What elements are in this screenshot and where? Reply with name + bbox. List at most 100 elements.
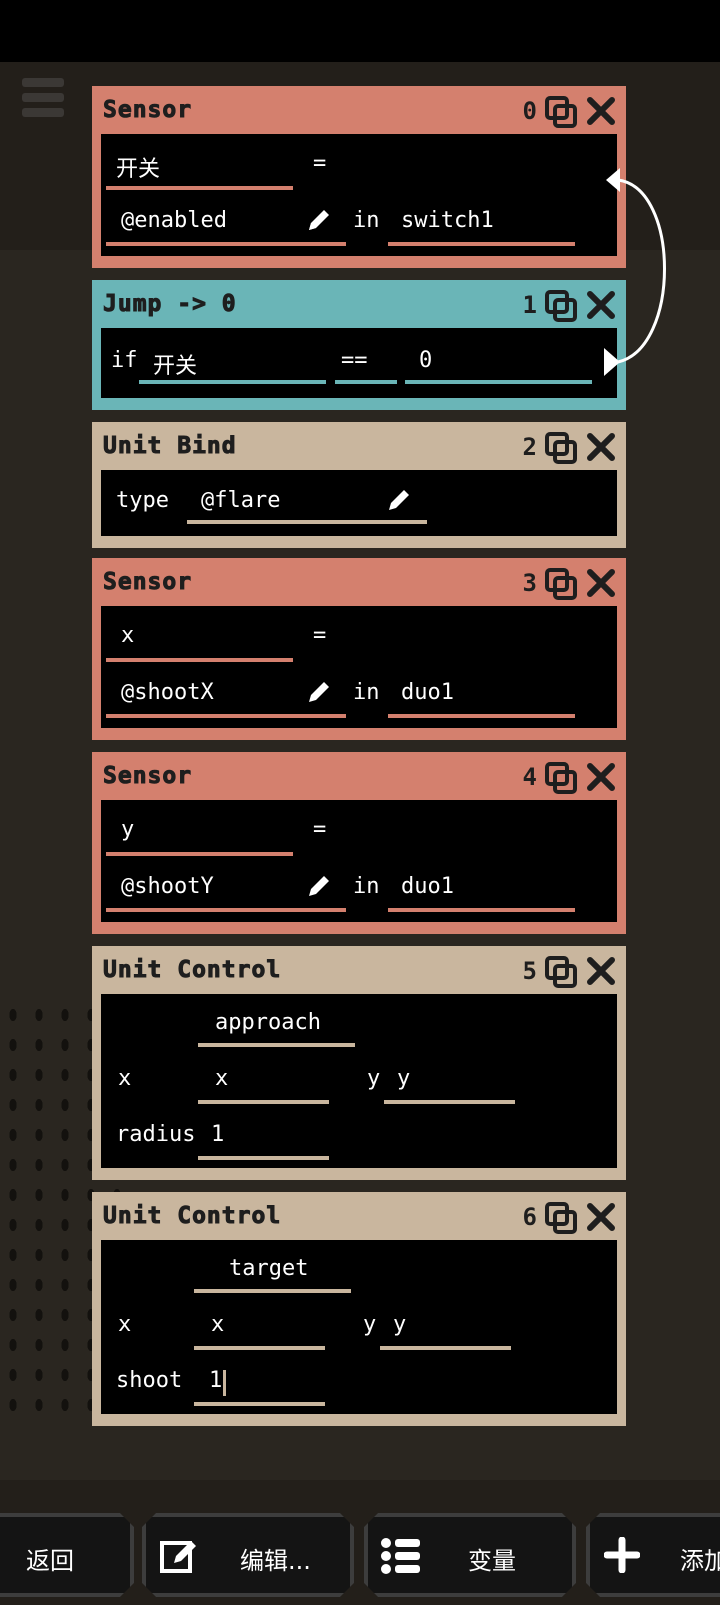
unit-control-block-6[interactable]: Unit Control 6 target x x y y shoot 1 [92, 1192, 626, 1426]
close-icon[interactable] [585, 431, 617, 463]
block-header[interactable]: Sensor 3 [95, 561, 623, 606]
block-title: Sensor [102, 763, 193, 790]
copy-icon[interactable] [544, 955, 578, 989]
y-field[interactable]: y [393, 1312, 406, 1337]
field-underline [384, 1100, 515, 1104]
block-index: 4 [522, 763, 537, 791]
unit-bind-block-2[interactable]: Unit Bind 2 type @flare [92, 422, 626, 548]
close-icon[interactable] [585, 761, 617, 793]
copy-icon[interactable] [544, 567, 578, 601]
field-underline [106, 714, 346, 718]
field-underline [106, 852, 293, 856]
shoot-field[interactable]: 1 [209, 1368, 222, 1393]
block-header[interactable]: Jump -> 0 1 [95, 283, 623, 328]
jump-block-1[interactable]: Jump -> 0 1 if 开关 == 0 [92, 280, 626, 410]
pencil-icon[interactable] [305, 206, 333, 234]
field-underline [198, 1043, 355, 1047]
block-body: x = @shootX in duo1 [101, 606, 617, 728]
block-title: Sensor [102, 569, 193, 596]
copy-icon[interactable] [544, 95, 578, 129]
copy-icon[interactable] [544, 761, 578, 795]
sensor-block-0[interactable]: Sensor 0 开关 = @enabled in switch1 [92, 86, 626, 268]
y-label: y [363, 1312, 377, 1337]
add-button[interactable]: 添加 [586, 1513, 720, 1597]
field-underline [198, 1156, 329, 1160]
target-field[interactable]: duo1 [401, 874, 454, 899]
sensor-block-4[interactable]: Sensor 4 y = @shootY in duo1 [92, 752, 626, 934]
close-icon[interactable] [585, 567, 617, 599]
pencil-icon[interactable] [305, 872, 333, 900]
sensor-field[interactable]: @shootX [121, 680, 214, 705]
field-underline [194, 1402, 325, 1406]
block-header[interactable]: Sensor 0 [95, 89, 623, 134]
copy-icon[interactable] [544, 289, 578, 323]
block-title: Sensor [102, 97, 193, 124]
in-label: in [353, 680, 380, 705]
block-header[interactable]: Unit Control 6 [95, 1195, 623, 1240]
target-field[interactable]: switch1 [401, 208, 494, 233]
equals-label: = [313, 817, 327, 842]
block-body: y = @shootY in duo1 [101, 800, 617, 922]
field-underline [388, 908, 575, 912]
field-underline [194, 1289, 351, 1293]
variables-button[interactable]: 变量 [364, 1513, 576, 1597]
back-label: 返回 [26, 1547, 74, 1575]
copy-icon[interactable] [544, 1201, 578, 1235]
block-header[interactable]: Sensor 4 [95, 755, 623, 800]
edit-label: 编辑... [240, 1547, 311, 1575]
field-underline [388, 242, 575, 246]
block-body: type @flare [101, 470, 617, 536]
in-label: in [353, 874, 380, 899]
block-header[interactable]: Unit Control 5 [95, 949, 623, 994]
target-field[interactable]: duo1 [401, 680, 454, 705]
block-index: 6 [522, 1203, 537, 1231]
x-field[interactable]: x [215, 1066, 228, 1091]
result-variable[interactable]: x [121, 623, 134, 648]
shoot-label: shoot [116, 1368, 183, 1393]
bottom-toolbar: 返回 编辑... 变量 添加 [0, 1508, 720, 1605]
back-button[interactable]: 返回 [0, 1513, 134, 1597]
sensor-block-3[interactable]: Sensor 3 x = @shootX in duo1 [92, 558, 626, 740]
block-index: 1 [522, 291, 537, 319]
operator[interactable]: == [341, 348, 368, 373]
field-underline [106, 186, 293, 190]
field-underline [139, 380, 326, 384]
copy-icon[interactable] [544, 431, 578, 465]
block-header[interactable]: Unit Bind 2 [95, 425, 623, 470]
radius-field[interactable]: 1 [211, 1122, 224, 1147]
pencil-icon[interactable] [385, 486, 413, 514]
condition-a[interactable]: 开关 [153, 348, 197, 380]
jump-connector-arrow [604, 168, 666, 376]
block-body: target x x y y shoot 1 [101, 1240, 617, 1414]
sensor-field[interactable]: @shootY [121, 874, 214, 899]
pencil-icon[interactable] [305, 678, 333, 706]
result-variable[interactable]: y [121, 817, 134, 842]
field-underline [198, 1100, 329, 1104]
field-underline [380, 1346, 511, 1350]
condition-b[interactable]: 0 [419, 348, 432, 373]
field-underline [388, 714, 575, 718]
plus-icon [604, 1537, 640, 1573]
x-label: x [118, 1312, 132, 1337]
unit-control-block-5[interactable]: Unit Control 5 approach x x y y radius 1 [92, 946, 626, 1180]
close-icon[interactable] [585, 1201, 617, 1233]
type-field[interactable]: @flare [201, 488, 280, 513]
text-cursor [223, 1370, 226, 1396]
mode-selector[interactable]: approach [215, 1010, 321, 1035]
x-field[interactable]: x [211, 1312, 224, 1337]
equals-label: = [313, 623, 327, 648]
field-underline [187, 520, 427, 524]
edit-button[interactable]: 编辑... [142, 1513, 354, 1597]
close-icon[interactable] [585, 955, 617, 987]
block-index: 2 [522, 433, 537, 461]
y-label: y [367, 1066, 381, 1091]
close-icon[interactable] [585, 95, 617, 127]
mode-selector[interactable]: target [229, 1256, 308, 1281]
equals-label: = [313, 151, 327, 176]
in-label: in [353, 208, 380, 233]
y-field[interactable]: y [397, 1066, 410, 1091]
block-body: 开关 = @enabled in switch1 [101, 134, 617, 256]
block-title: Unit Bind [103, 433, 237, 460]
sensor-field[interactable]: @enabled [121, 208, 227, 233]
result-variable[interactable]: 开关 [116, 151, 160, 183]
